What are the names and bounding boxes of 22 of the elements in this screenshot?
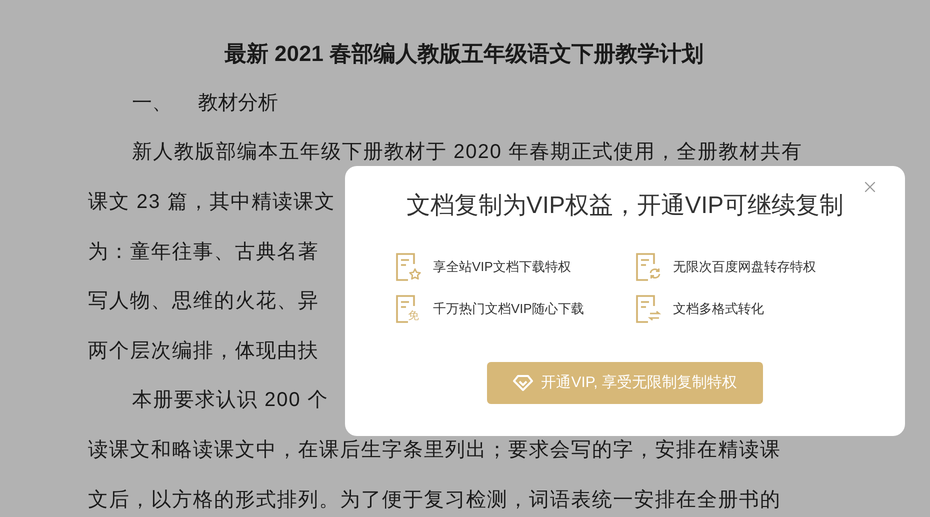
paragraph-text: 为：童年往事、古典名著 [88, 240, 319, 265]
paragraph-text: 新人教版部编本五年级下册教材于 2020 年春期正式使用，全册教材共有 [132, 140, 803, 166]
document-arrows-icon [635, 294, 663, 324]
feature-label: 享全站VIP文档下载特权 [433, 258, 571, 276]
paragraph-text: 本册要求认识 200 个 [132, 388, 328, 414]
vip-button[interactable]: 开通VIP, 享受无限制复制特权 [487, 362, 763, 404]
section-number: 一、 [132, 90, 172, 116]
document-title: 最新 2021 春部编人教版五年级语文下册教学计划 [224, 40, 704, 68]
paragraph-text: 写人物、思维的火花、异 [88, 289, 319, 314]
dialog-title: 文档复制为VIP权益，开通VIP可继续复制 [406, 191, 844, 221]
section-heading: 教材分析 [198, 90, 278, 116]
icon-badge-text: 免 [408, 309, 419, 323]
feature-label: 文档多格式转化 [673, 300, 764, 318]
paragraph-text: 两个层次编排，体现由扶 [88, 338, 319, 364]
document-star-icon [395, 252, 423, 282]
paragraph-text: 读课文和略读课文中，在课后生字条里列出；要求会写的字，安排在精读课 [88, 438, 781, 463]
feature-label: 无限次百度网盘转存特权 [673, 258, 816, 276]
document-refresh-icon [635, 252, 663, 282]
paragraph-text: 课文 23 篇，其中精读课文 [88, 190, 336, 215]
diamond-heart-icon [513, 374, 534, 392]
paragraph-text: 文后，以方格的形式排列。为了便于复习检测，词语表统一安排在全册书的 [88, 488, 781, 513]
feature-label: 千万热门文档VIP随心下载 [433, 300, 584, 318]
